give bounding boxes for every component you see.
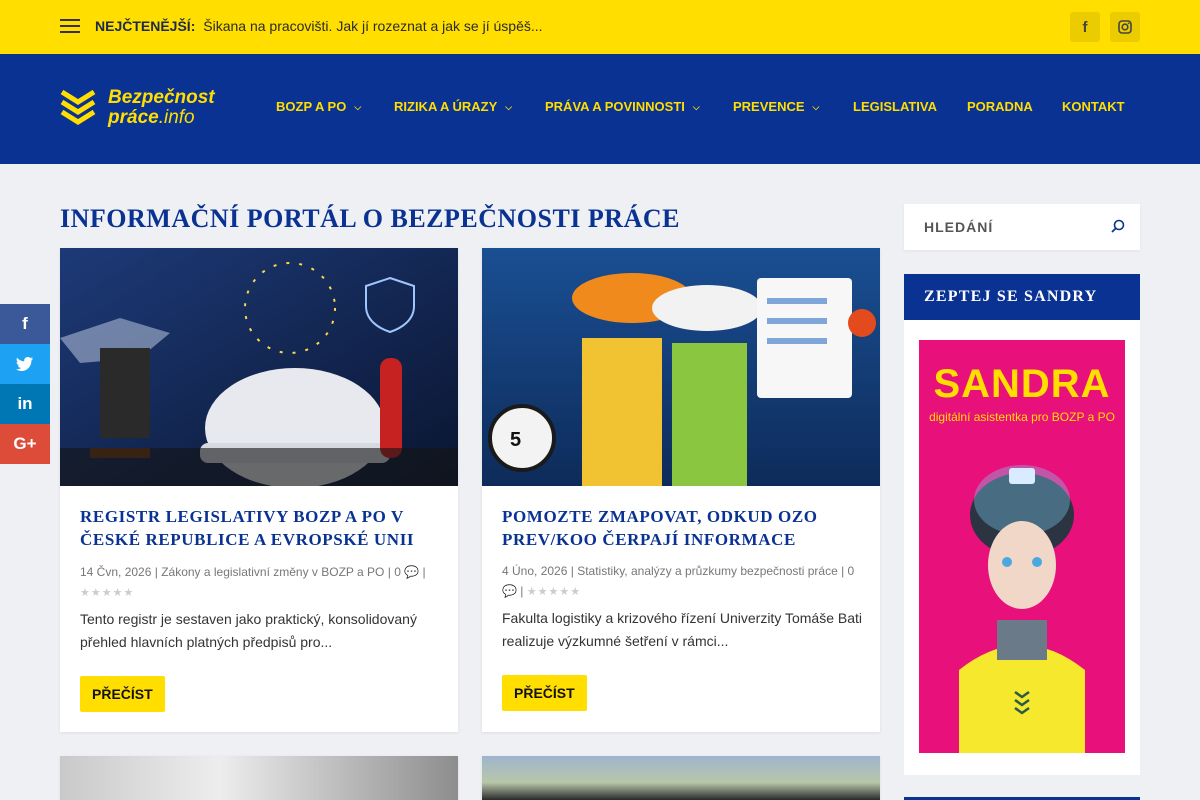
chevron-down-icon: ⌵ (505, 102, 513, 112)
search-widget (904, 204, 1140, 250)
chevron-down-icon: ⌵ (812, 102, 820, 112)
post-card (482, 756, 880, 800)
comment-icon: 💬 (502, 584, 517, 598)
post-thumbnail[interactable] (482, 756, 880, 800)
linkedin-icon[interactable]: in (0, 384, 50, 424)
trending-link[interactable]: Šikana na pracovišti. Jak jí rozeznat a … (203, 18, 542, 34)
site-header: Bezpečnost práce.info BOZP A PO ⌵ RIZIKA … (0, 54, 1200, 164)
post-meta: 4 Úno, 2026 | Statistiky, analýzy a průz… (502, 564, 855, 598)
post-date: 4 Úno, 2026 (502, 564, 568, 578)
post-excerpt: Fakulta logistiky a krizového řízení Uni… (502, 610, 862, 649)
twitter-icon[interactable] (0, 344, 50, 384)
chevron-down-icon: ⌵ (692, 102, 700, 112)
post-thumbnail[interactable] (60, 756, 458, 800)
trending-ticker[interactable]: NEJČTENĚJŠÍ: Šikana na pracovišti. Jak j… (95, 18, 543, 34)
post-card: REGISTR LEGISLATIVY BOZP A PO V ČESKÉ RE… (60, 248, 458, 732)
post-card (60, 756, 458, 800)
read-more-button[interactable]: PŘEČÍST (80, 676, 165, 712)
main-nav: BOZP A PO ⌵ RIZIKA A ÚRAZY ⌵ PRÁVA A POVIN… (0, 99, 1200, 119)
read-more-button[interactable]: PŘEČÍST (502, 675, 587, 711)
instagram-icon[interactable] (1110, 12, 1140, 42)
trending-label: NEJČTENĚJŠÍ: (95, 18, 196, 34)
google-plus-icon[interactable]: G+ (0, 424, 50, 464)
post-comments[interactable]: 0 (848, 564, 855, 578)
facebook-icon[interactable]: f (0, 304, 50, 344)
post-category[interactable]: Zákony a legislativní změny v BOZP a PO (161, 565, 384, 579)
post-category[interactable]: Statistiky, analýzy a průzkumy bezpečnos… (577, 564, 838, 578)
post-thumbnail[interactable] (60, 248, 458, 486)
nav-item-prevence[interactable]: PREVENCE ⌵ (733, 99, 819, 114)
nav-item-prava[interactable]: PRÁVA A POVINNOSTI ⌵ (545, 99, 700, 114)
post-title[interactable]: POMOZTE ZMAPOVAT, ODKUD OZO PREV/KOO ČER… (502, 505, 862, 551)
search-input[interactable] (904, 204, 1104, 250)
page-title: INFORMAČNÍ PORTÁL O BEZPEČNOSTI PRÁCE (60, 204, 680, 233)
post-meta: 14 Čvn, 2026 | Zákony a legislativní změ… (80, 565, 426, 599)
svg-text:5: 5 (510, 429, 521, 451)
facebook-icon[interactable]: f (1070, 12, 1100, 42)
sandra-banner[interactable]: SANDRA digitální asistentka pro BOZP a P… (919, 340, 1125, 753)
post-card: 5 POMOZTE ZMAPOVAT, ODKUD OZO PREV/KOO Č… (482, 248, 880, 732)
top-bar: NEJČTENĚJŠÍ: Šikana na pracovišti. Jak j… (0, 0, 1200, 54)
post-title[interactable]: REGISTR LEGISLATIVY BOZP A PO V ČESKÉ RE… (80, 505, 440, 551)
post-date: 14 Čvn, 2026 (80, 565, 152, 579)
post-excerpt: Tento registr je sestaven jako praktický… (80, 611, 417, 650)
nav-item-kontakt[interactable]: KONTAKT (1062, 99, 1125, 114)
search-icon[interactable] (1110, 218, 1126, 234)
nav-item-rizika[interactable]: RIZIKA A ÚRAZY ⌵ (394, 99, 512, 114)
widget-title: ZEPTEJ SE SANDRY (904, 274, 1140, 320)
chevron-down-icon: ⌵ (354, 102, 362, 112)
post-comments[interactable]: 0 (394, 565, 401, 579)
rating-stars: ★★★★★ (80, 587, 135, 599)
comment-icon: 💬 (404, 565, 420, 579)
nav-item-bozp[interactable]: BOZP A PO ⌵ (276, 99, 361, 114)
nav-item-legislativa[interactable]: LEGISLATIVA (853, 99, 937, 114)
nav-item-poradna[interactable]: PORADNA (967, 99, 1033, 114)
rating-stars: ★★★★★ (526, 586, 582, 598)
robot-illustration (959, 465, 1085, 753)
post-thumbnail[interactable]: 5 (482, 248, 880, 486)
menu-icon[interactable] (60, 19, 80, 33)
sandra-widget: SANDRA digitální asistentka pro BOZP a P… (904, 320, 1140, 775)
